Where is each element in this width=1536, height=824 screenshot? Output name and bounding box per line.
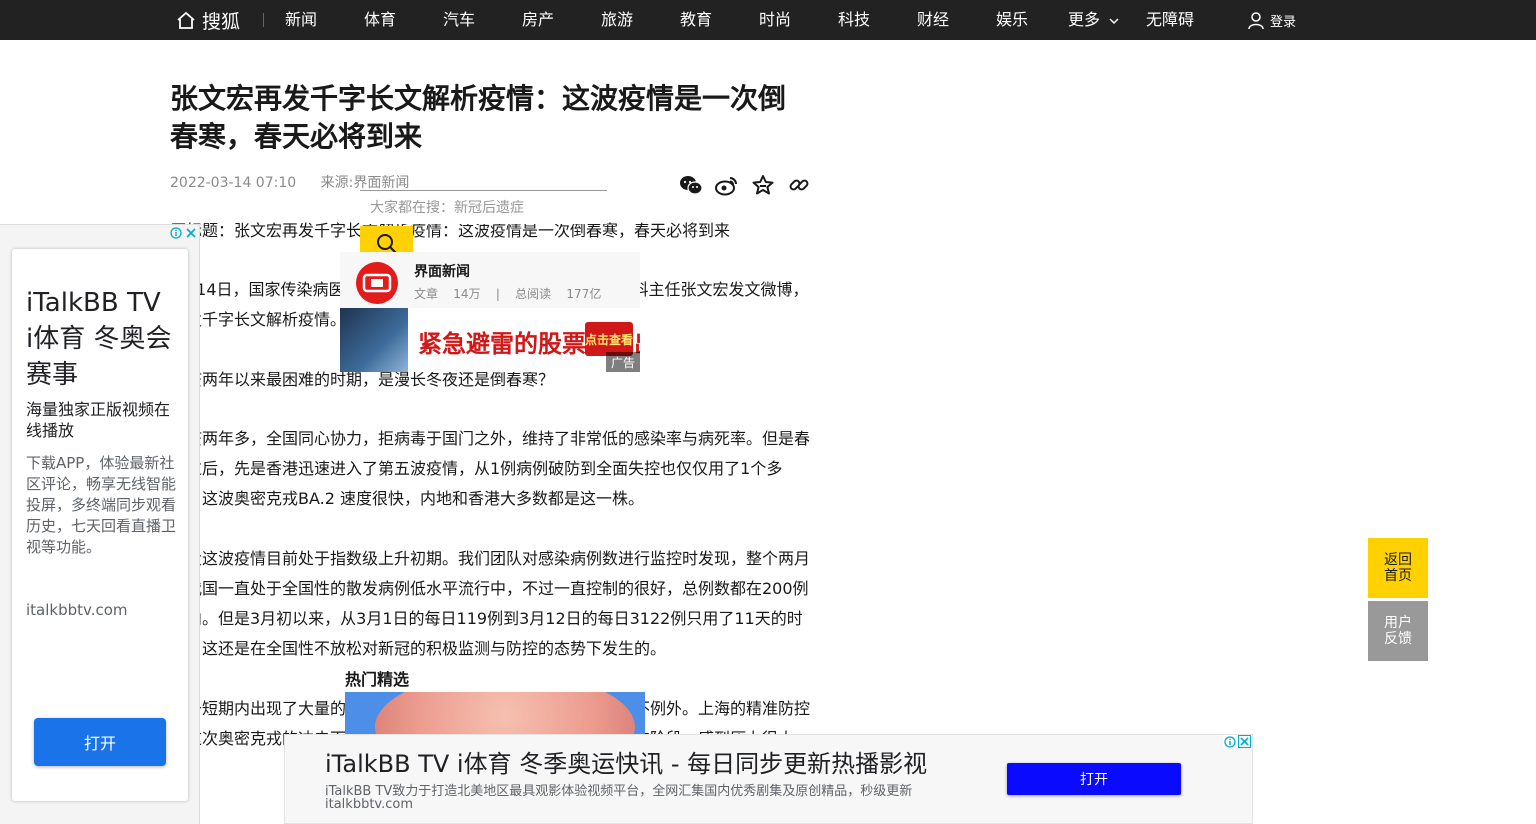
feedback-button[interactable]: 用户 反馈: [1368, 601, 1428, 661]
left-ad-headline: iTalkBB TV i体育 冬奥会赛事: [26, 288, 172, 390]
hot-picks-image[interactable]: [345, 692, 645, 734]
bottom-ad-url: italkbbtv.com: [325, 797, 413, 812]
logo-text: 搜狐: [202, 10, 241, 33]
login-button[interactable]: 登录: [1248, 0, 1296, 40]
top-nav: 搜狐 新闻 体育 汽车 房产 旅游 教育 时尚 科技 财经 娱乐 更多 无障碍 …: [0, 0, 1536, 40]
back-home-line1: 返回: [1384, 552, 1412, 568]
nav-item-sports[interactable]: 体育: [364, 0, 396, 40]
nav-item-auto[interactable]: 汽车: [443, 0, 475, 40]
nav-item-house[interactable]: 房产: [522, 0, 554, 40]
user-icon: [1248, 11, 1264, 29]
feedback-line2: 反馈: [1384, 631, 1412, 647]
ad-image: [340, 308, 408, 372]
article-source[interactable]: 来源:界面新闻: [321, 175, 410, 191]
nav-more-label: 更多: [1068, 10, 1101, 29]
stat-label: 文章: [414, 287, 439, 301]
stock-ad-banner[interactable]: 紧急避雷的股票名单出来了 点击查看 广告: [340, 308, 640, 372]
left-ad-card[interactable]: iTalkBB TV i体育 冬奥会赛事 海量独家正版视频在线播放 下载APP，…: [12, 249, 188, 801]
search-input[interactable]: 大家都在搜：新冠后遗症: [360, 190, 607, 224]
publish-date: 2022-03-14 07:10: [170, 175, 297, 191]
chevron-down-icon: [1109, 18, 1119, 25]
ad-cta-button[interactable]: 点击查看: [585, 322, 633, 356]
author-stats: 文章 14万 | 总阅读 177亿: [414, 285, 601, 302]
adchoices-icon[interactable]: [169, 226, 182, 239]
nav-item-accessibility[interactable]: 无障碍: [1146, 0, 1194, 40]
nav-item-finance[interactable]: 财经: [917, 0, 949, 40]
nav-item-fashion[interactable]: 时尚: [759, 0, 791, 40]
stat-divider: |: [495, 287, 500, 301]
article-title: 张文宏再发千字长文解析疫情：这波疫情是一次倒春寒，春天必将到来: [170, 82, 787, 153]
left-ad-subhead: 海量独家正版视频在线播放: [26, 400, 171, 440]
link-icon[interactable]: [786, 172, 812, 198]
wechat-icon[interactable]: [678, 172, 704, 198]
stat-label: 总阅读: [515, 287, 552, 301]
weibo-icon[interactable]: [714, 172, 740, 198]
article-paragraph: 抗疫两年多，全国同心协力，拒病毒于国门之外，维持了非常低的感染率与病死率。但是春…: [170, 429, 811, 508]
nav-item-travel[interactable]: 旅游: [601, 0, 633, 40]
author-name[interactable]: 界面新闻: [414, 261, 470, 281]
left-ad-open-button[interactable]: 打开: [34, 718, 166, 766]
hot-image-shape: [375, 692, 635, 734]
author-card[interactable]: 界面新闻 文章 14万 | 总阅读 177亿: [340, 252, 640, 308]
bottom-ad-open-button[interactable]: 打开: [1007, 763, 1181, 795]
search-popup: 大家都在搜：新冠后遗症 界面新闻 文章 14万 | 总阅读 177亿 紧急避雷的…: [340, 190, 640, 372]
left-ad-description: 下载APP，体验最新社区评论，畅享无线智能投屏，多终端同步观看历史，七天回看直播…: [26, 454, 177, 556]
nav-item-ent[interactable]: 娱乐: [996, 0, 1028, 40]
stat-value: 177亿: [566, 287, 602, 301]
nav-item-tech[interactable]: 科技: [838, 0, 870, 40]
bottom-ad-description: iTalkBB TV致力于打造北美地区最具观影体验视频平台，全网汇集国内优秀剧集…: [325, 784, 913, 799]
bottom-ad[interactable]: iTalkBB TV i体育 冬季奥运快讯 - 每日同步更新热播影视 iTalk…: [284, 734, 1253, 824]
close-icon[interactable]: [1238, 735, 1251, 748]
ad-label: 广告: [606, 352, 640, 372]
login-label: 登录: [1270, 14, 1297, 30]
nav-divider: [263, 13, 264, 27]
feedback-line1: 用户: [1384, 615, 1412, 631]
left-ad-url: italkbbtv.com: [26, 601, 128, 619]
author-avatar[interactable]: [356, 262, 398, 304]
left-ad: iTalkBB TV i体育 冬奥会赛事 海量独家正版视频在线播放 下载APP，…: [0, 224, 200, 824]
bottom-ad-choices: [1223, 735, 1251, 748]
nav-item-edu[interactable]: 教育: [680, 0, 712, 40]
adchoices-icon[interactable]: [1223, 735, 1236, 748]
share-bar: [678, 172, 812, 198]
bottom-ad-title: iTalkBB TV i体育 冬季奥运快讯 - 每日同步更新热播影视: [325, 750, 928, 778]
sohu-logo[interactable]: 搜狐: [176, 8, 241, 33]
back-home-line2: 首页: [1384, 568, 1412, 584]
stat-value: 14万: [453, 287, 481, 301]
article-meta: 2022-03-14 07:10 来源:界面新闻: [170, 172, 409, 192]
home-icon: [177, 11, 195, 29]
close-icon[interactable]: [184, 226, 197, 239]
article-paragraph: 从大这波疫情目前处于指数级上升初期。我们团队对感染病例数进行监控时发现，整个两月…: [170, 549, 811, 658]
nav-item-news[interactable]: 新闻: [285, 0, 317, 40]
back-to-home-button[interactable]: 返回 首页: [1368, 538, 1428, 598]
star-icon[interactable]: [750, 172, 776, 198]
left-ad-choices: [169, 226, 197, 239]
hot-picks-title: 热门精选: [345, 670, 410, 689]
nav-item-more[interactable]: 更多: [1068, 0, 1119, 40]
